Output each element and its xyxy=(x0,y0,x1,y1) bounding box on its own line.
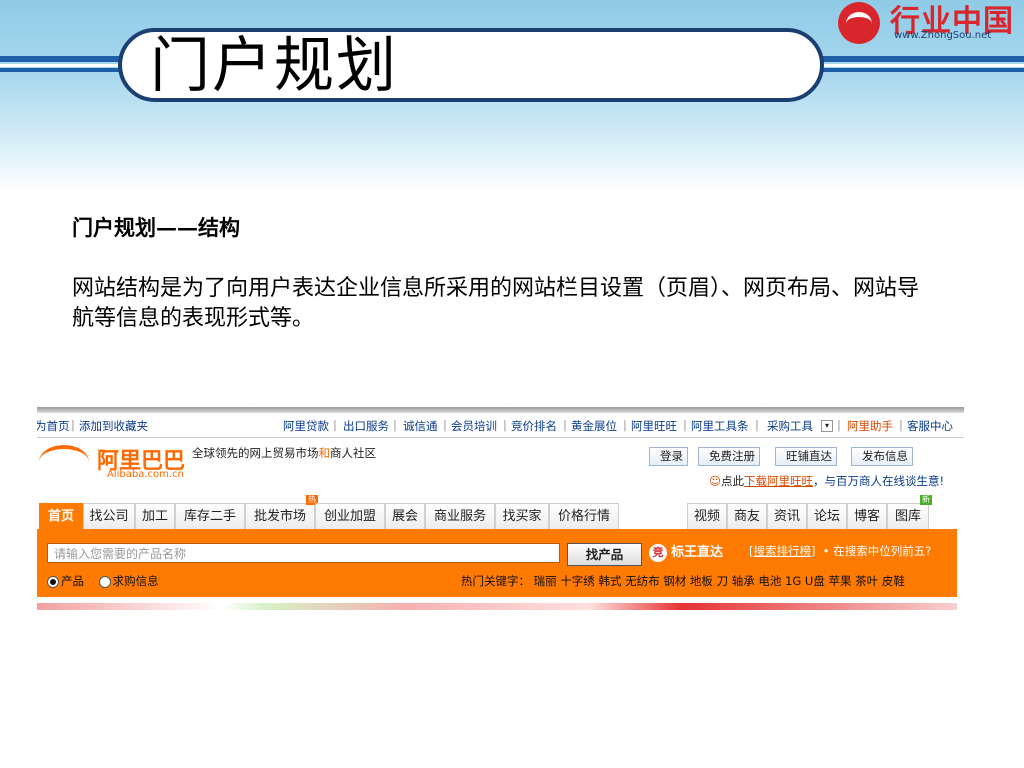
tab-video[interactable]: 视频 xyxy=(687,503,727,529)
banner-strip xyxy=(37,603,957,610)
alibaba-face-icon xyxy=(39,445,89,479)
topnav-ranking-link[interactable]: 竞价排名 xyxy=(511,418,557,434)
brand-domain: Alibaba.com.cn xyxy=(107,469,184,480)
divider: | xyxy=(333,418,337,432)
rank-promo: [搜索排行榜] • 在搜索中位列前五? xyxy=(749,543,931,559)
wangwang-promo: ☺点此下载阿里旺旺，与百万商人在线谈生意! xyxy=(709,473,944,489)
wangwang-face-icon: ☺ xyxy=(709,474,721,488)
divider: | xyxy=(393,418,397,432)
slogan-part: 全球领先的网上贸易市场 xyxy=(192,446,319,460)
topnav-favorite-link[interactable]: 添加到收藏夹 xyxy=(79,418,148,434)
hot-keywords[interactable]: 热门关键字： 瑞丽 十字绣 韩式 无纺布 钢材 地板 刀 轴承 电池 1G U盘… xyxy=(461,573,905,589)
shop-direct-button[interactable]: 旺铺直达 xyxy=(775,447,837,466)
logo-url: www.ZhongSou.net xyxy=(894,30,992,41)
radio-buy[interactable] xyxy=(98,575,111,588)
biaowang-label: 标王直达 xyxy=(671,545,724,560)
browser-edge xyxy=(37,407,964,413)
slogan-and: 和 xyxy=(318,446,331,460)
search-product-button[interactable]: 找产品 xyxy=(567,543,642,566)
channel-tabs: 首页 找公司 加工 库存二手 批发市场热 创业加盟 展会 商业服务 找买家 价格… xyxy=(37,495,964,529)
zhongsou-logo: 行业中国 www.ZhongSou.net xyxy=(838,0,1018,48)
search-type: 产品 求购信息 xyxy=(47,573,159,589)
tab-wholesale-label: 批发市场 xyxy=(253,509,306,524)
top-nav: 为首页 | 添加到收藏夹 阿里贷款 | 出口服务 | 诚信通 | 会员培训 | … xyxy=(37,415,964,438)
tab-news[interactable]: 资讯 xyxy=(767,503,807,529)
divider: | xyxy=(71,418,75,432)
topnav-loan-link[interactable]: 阿里贷款 xyxy=(283,418,329,434)
alibaba-screenshot: 为首页 | 添加到收藏夹 阿里贷款 | 出口服务 | 诚信通 | 会员培训 | … xyxy=(37,407,964,610)
topnav-export-link[interactable]: 出口服务 xyxy=(343,418,389,434)
search-input[interactable]: 请输入您需要的产品名称 xyxy=(47,543,560,563)
download-wangwang-link[interactable]: 下载阿里旺旺 xyxy=(744,474,813,488)
post-info-button[interactable]: 发布信息 xyxy=(851,447,913,466)
divider: | xyxy=(503,418,507,432)
tab-blog[interactable]: 博客 xyxy=(847,503,887,529)
tab-home[interactable]: 首页 xyxy=(39,503,83,529)
tab-stock[interactable]: 库存二手 xyxy=(175,503,245,529)
tab-expo[interactable]: 展会 xyxy=(385,503,425,529)
topnav-training-link[interactable]: 会员培训 xyxy=(451,418,497,434)
subheading: 门户规划——结构 xyxy=(72,215,240,240)
divider: | xyxy=(683,418,687,432)
topnav-wangwang-link[interactable]: 阿里旺旺 xyxy=(631,418,677,434)
tab-processing[interactable]: 加工 xyxy=(135,503,175,529)
topnav-support-link[interactable]: 客服中心 xyxy=(907,418,953,434)
radio-product-label: 产品 xyxy=(61,574,84,588)
promo-suffix: ，与百万商人在线谈生意! xyxy=(813,474,945,488)
topnav-gold-link[interactable]: 黄金展位 xyxy=(571,418,617,434)
radio-product[interactable] xyxy=(47,575,59,588)
biaowang-link[interactable]: 竞标王直达 xyxy=(649,541,723,562)
divider: | xyxy=(837,418,841,432)
topnav-helper-link[interactable]: 阿里助手 xyxy=(847,418,893,434)
tab-franchise[interactable]: 创业加盟 xyxy=(315,503,385,529)
slogan: 全球领先的网上贸易市场和商人社区 xyxy=(192,445,376,461)
login-button[interactable]: 登录 xyxy=(649,447,688,466)
body-paragraph: 网站结构是为了向用户表达企业信息所采用的网站栏目设置（页眉）、网页布局、网站导航… xyxy=(72,276,920,331)
radio-buy-label: 求购信息 xyxy=(112,574,159,588)
divider: | xyxy=(755,418,759,432)
slogan-part: 商人社区 xyxy=(330,446,376,460)
chevron-down-icon[interactable]: ▾ xyxy=(821,420,833,432)
tab-forum[interactable]: 论坛 xyxy=(807,503,847,529)
tab-company[interactable]: 找公司 xyxy=(83,503,135,529)
tab-gallery[interactable]: 图库 新 xyxy=(887,495,932,529)
tab-gallery-label: 图库 xyxy=(894,509,921,524)
new-badge: 新 xyxy=(920,495,932,505)
divider: | xyxy=(623,418,627,432)
biaowang-icon: 竞 xyxy=(649,543,667,562)
topnav-buytools-link[interactable]: 采购工具 xyxy=(767,418,813,434)
rank-tip: • 在搜索中位列前五? xyxy=(822,544,932,558)
tab-buyers[interactable]: 找买家 xyxy=(495,503,549,529)
tab-wholesale[interactable]: 批发市场热 xyxy=(245,495,318,529)
topnav-trustpass-link[interactable]: 诚信通 xyxy=(403,418,438,434)
topnav-toolbar-link[interactable]: 阿里工具条 xyxy=(691,418,749,434)
tab-friends[interactable]: 商友 xyxy=(727,503,767,529)
rank-link[interactable]: [搜索排行榜] xyxy=(749,544,815,558)
divider: | xyxy=(899,418,903,432)
divider: | xyxy=(443,418,447,432)
register-button[interactable]: 免费注册 xyxy=(698,447,760,466)
page-title: 门户规划 xyxy=(150,31,398,101)
search-bar: 请输入您需要的产品名称 找产品 竞标王直达 [搜索排行榜] • 在搜索中位列前五… xyxy=(37,529,957,597)
promo-prefix: 点此 xyxy=(721,474,744,488)
logo-mark-icon xyxy=(838,2,880,44)
divider: | xyxy=(563,418,567,432)
topnav-home-link[interactable]: 为首页 xyxy=(37,418,70,434)
tab-prices[interactable]: 价格行情 xyxy=(549,503,619,529)
tab-business-service[interactable]: 商业服务 xyxy=(425,503,495,529)
